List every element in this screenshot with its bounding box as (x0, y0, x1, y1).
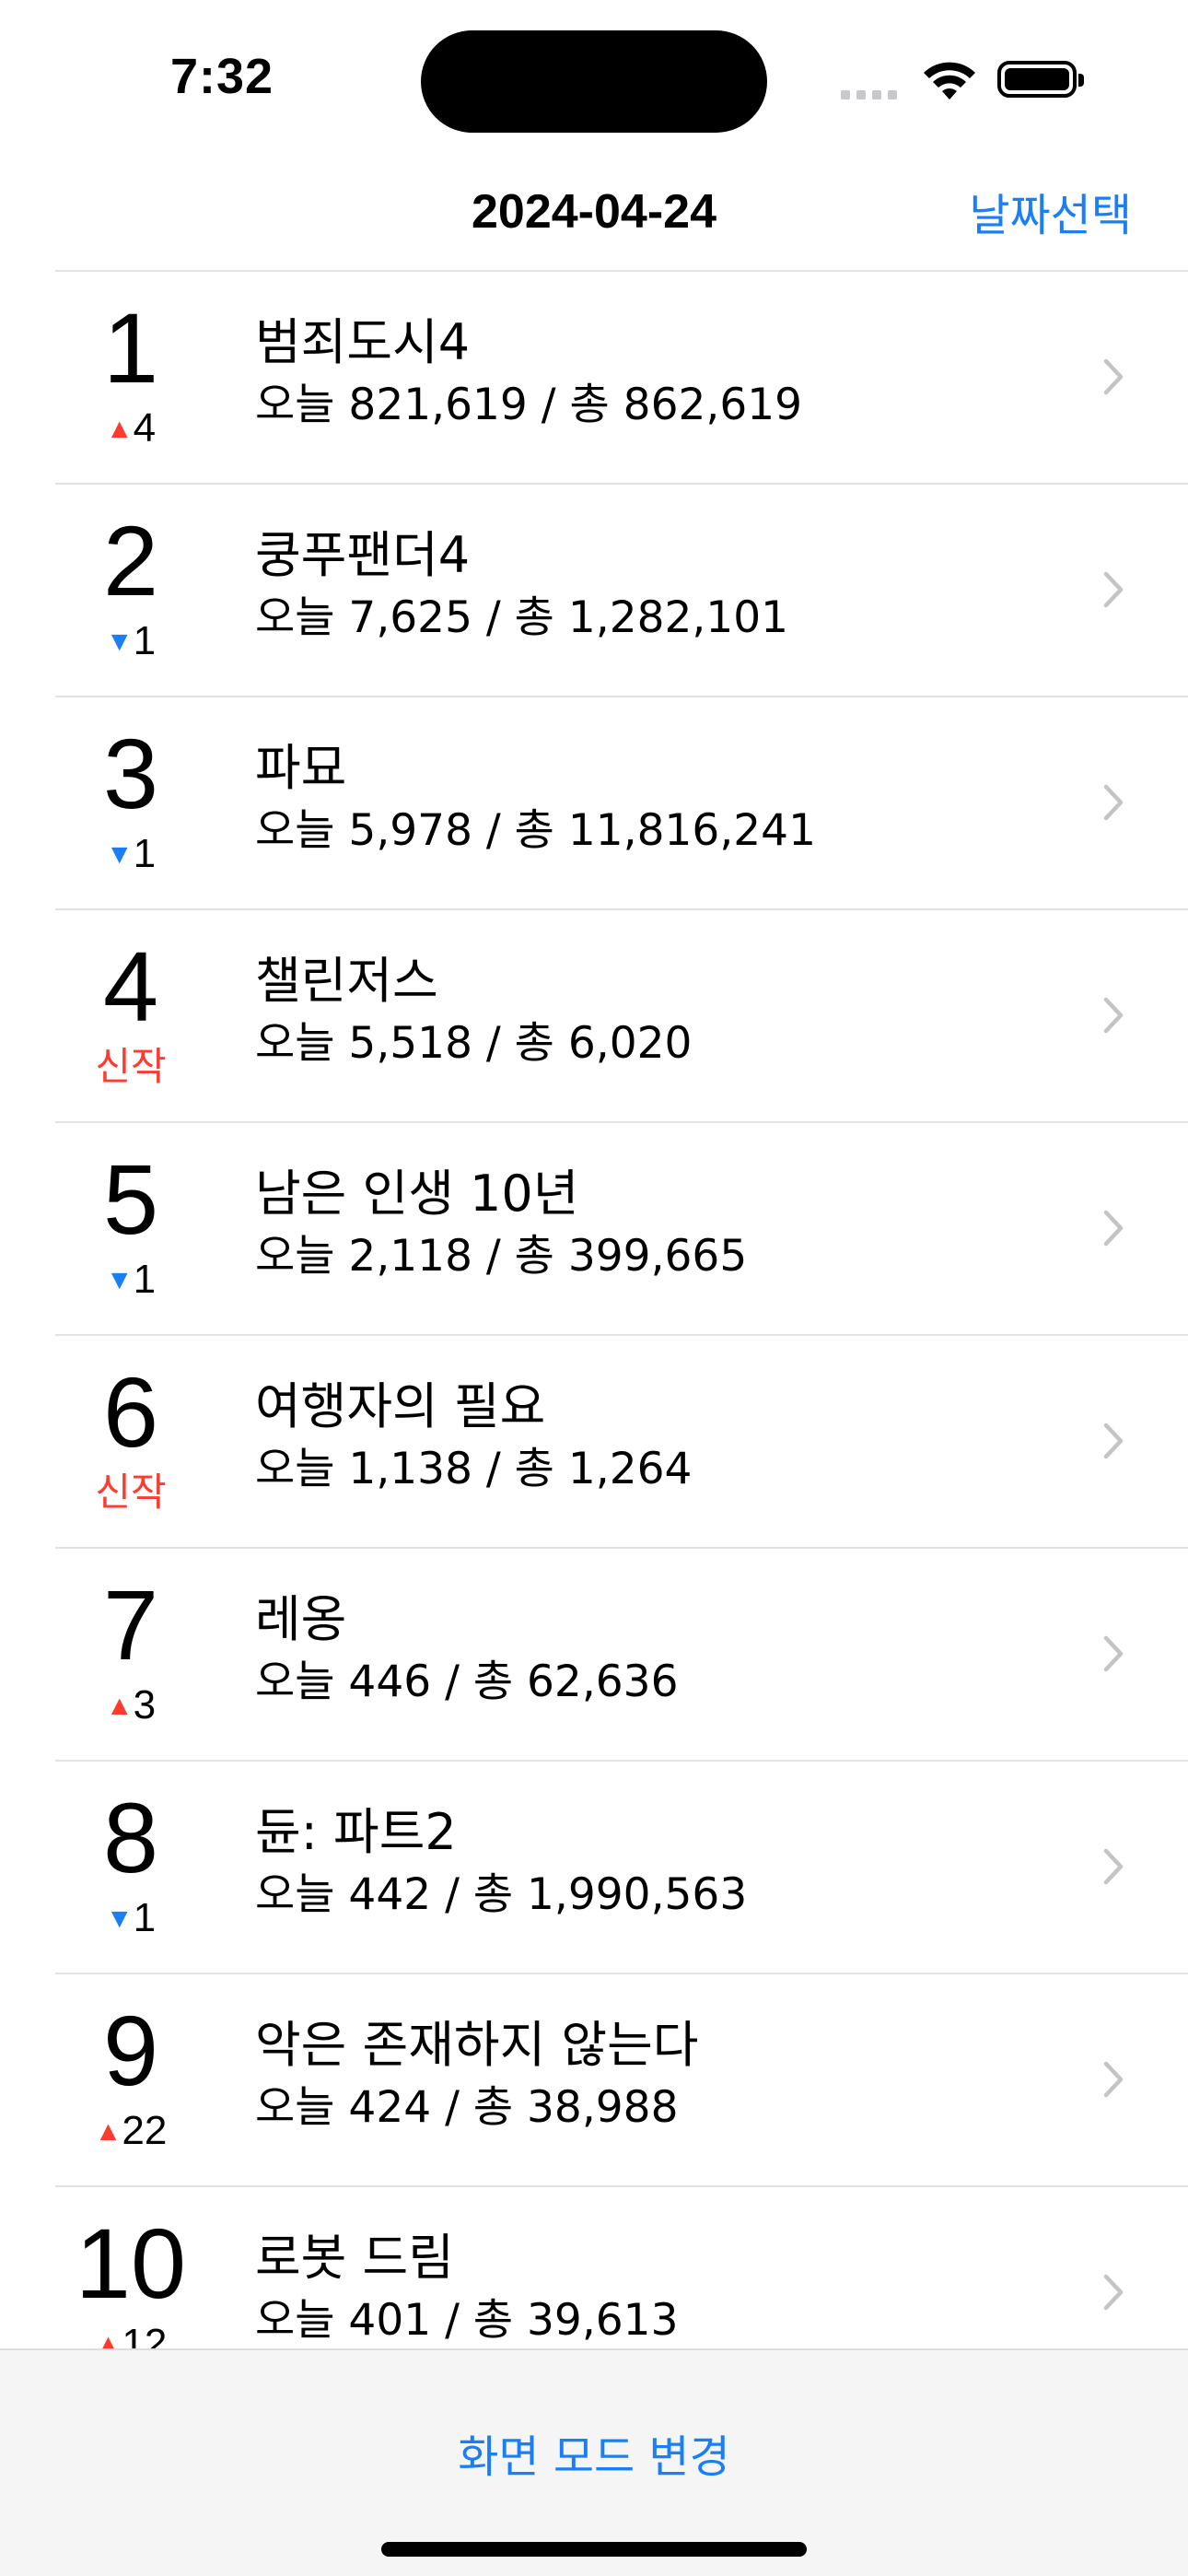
cellular-signal-icon (841, 86, 903, 103)
movie-title: 남은 인생 10년 (255, 1165, 579, 1223)
rank-up-arrow-icon: ▲ (94, 2116, 122, 2147)
audience-stats: 오늘 5,518 / 총 6,020 (255, 1018, 693, 1069)
rank-up-arrow-icon: ▲ (105, 414, 134, 444)
rank-change-value: 1 (133, 831, 157, 876)
rank-number: 7 (102, 1569, 159, 1680)
rank-down-arrow-icon: ▼ (105, 1265, 134, 1295)
chevron-right-icon (1103, 1635, 1124, 1672)
chevron-right-icon (1103, 358, 1124, 395)
display-mode-button[interactable]: 화면 모드 변경 (0, 2420, 1188, 2485)
rank-change-value: 1 (133, 618, 157, 663)
rank-change: 신작 (95, 1469, 167, 1515)
list-item[interactable]: 6 신작 여행자의 필요오늘 1,138 / 총 1,264 (55, 1334, 1188, 1547)
list-item[interactable]: 4 신작 챌린저스오늘 5,518 / 총 6,020 (55, 908, 1188, 1121)
movie-title: 여행자의 필요 (255, 1377, 546, 1435)
chevron-right-icon (1103, 1210, 1124, 1247)
list-item[interactable]: 3 ▼1 파묘 오늘 5,978 / 총 11,816,241 (55, 696, 1188, 908)
rank-change-value: 3 (133, 1682, 157, 1727)
audience-stats: 오늘 442 / 총 1,990,563 (255, 1869, 748, 1920)
home-indicator (381, 2542, 807, 2557)
movie-title: 로봇 드림 (255, 2229, 454, 2287)
status-bar: 7:32 (0, 0, 1188, 147)
chevron-right-icon (1103, 784, 1124, 821)
rank-change-value: 12 (122, 2321, 168, 2349)
audience-stats: 오늘 5,978 / 총 11,816,241 (255, 805, 816, 856)
movie-title: 챌린저스 (255, 952, 438, 1010)
rank-down-arrow-icon: ▼ (105, 1903, 134, 1934)
chevron-right-icon (1103, 2274, 1124, 2311)
rank-number: 5 (102, 1143, 159, 1255)
list-item[interactable]: 8 ▼1 듄: 파트2 오늘 442 / 총 1,990,563 (55, 1760, 1188, 1973)
chevron-right-icon (1103, 997, 1124, 1034)
movie-title: 듄: 파트2 (255, 1803, 457, 1861)
rank-change: ▲12 (55, 2321, 206, 2349)
rank-change: ▼1 (55, 1258, 206, 1306)
chevron-right-icon (1103, 571, 1124, 608)
rank-number: 9 (102, 1995, 159, 2106)
navigation-bar: 2024-04-24 날짜선택 (0, 147, 1188, 270)
rank-change: ▲3 (55, 1683, 206, 1732)
audience-stats: 오늘 1,138 / 총 1,264 (255, 1444, 693, 1494)
rank-number: 1 (102, 292, 159, 404)
rank-down-arrow-icon: ▼ (105, 839, 134, 870)
rank-change: ▼1 (55, 832, 206, 881)
list-item[interactable]: 9 ▲22 악은 존재하지 않는다 오늘 424 / 총 38,988 (55, 1973, 1188, 2185)
rank-change: ▼1 (55, 1896, 206, 1945)
rank-change: ▲4 (55, 406, 206, 455)
audience-stats: 오늘 821,619 / 총 862,619 (255, 380, 803, 430)
date-picker-button[interactable]: 날짜선택 (969, 179, 1132, 243)
wifi-icon (924, 62, 975, 100)
rank-number: 3 (102, 718, 159, 829)
dynamic-island (421, 30, 767, 133)
audience-stats: 오늘 424 / 총 38,988 (255, 2082, 679, 2133)
chevron-right-icon (1103, 1423, 1124, 1459)
rank-number: 2 (102, 505, 159, 616)
bottom-toolbar: 화면 모드 변경 (0, 2348, 1188, 2576)
audience-stats: 오늘 401 / 총 39,613 (255, 2295, 679, 2346)
rank-number: 4 (102, 931, 159, 1042)
battery-icon (997, 61, 1084, 98)
rank-number: 10 (75, 2207, 187, 2319)
movie-title: 범죄도시4 (255, 313, 471, 371)
rank-change: ▲22 (55, 2109, 206, 2158)
list-item[interactable]: 7 ▲3 레옹 오늘 446 / 총 62,636 (55, 1547, 1188, 1760)
screen: 7:32 2024-04-24 날짜선택 1 ▲4 범죄도시4 오늘 821,619 … (0, 0, 1188, 2576)
chevron-right-icon (1103, 2061, 1124, 2098)
list-item[interactable]: 1 ▲4 범죄도시4 오늘 821,619 / 총 862,619 (55, 270, 1188, 483)
rank-change-value: 22 (122, 2108, 168, 2153)
rank-change-value: 1 (133, 1257, 157, 1302)
rank-number: 6 (102, 1356, 159, 1468)
list-item[interactable]: 2 ▼1 쿵푸팬더4 오늘 7,625 / 총 1,282,101 (55, 483, 1188, 696)
list-item[interactable]: 5 ▼1 남은 인생 10년 오늘 2,118 / 총 399,665 (55, 1121, 1188, 1334)
rank-change-value: 1 (133, 1895, 157, 1940)
audience-stats: 오늘 446 / 총 62,636 (255, 1657, 679, 1707)
rank-up-arrow-icon: ▲ (105, 1691, 134, 1721)
movie-title: 악은 존재하지 않는다 (255, 2016, 699, 2074)
rank-change-value: 4 (133, 405, 157, 451)
rank-number: 8 (102, 1782, 159, 1893)
movie-title: 레옹 (255, 1590, 347, 1648)
rank-down-arrow-icon: ▼ (105, 626, 134, 657)
status-time: 7:32 (170, 49, 274, 104)
rank-change: 신작 (95, 1044, 167, 1089)
chevron-right-icon (1103, 1848, 1124, 1885)
rank-up-arrow-icon: ▲ (94, 2329, 122, 2348)
audience-stats: 오늘 7,625 / 총 1,282,101 (255, 592, 789, 643)
box-office-list[interactable]: 1 ▲4 범죄도시4 오늘 821,619 / 총 862,619 2 ▼1 쿵푸팬더4 오늘… (0, 270, 1188, 2348)
audience-stats: 오늘 2,118 / 총 399,665 (255, 1231, 748, 1282)
rank-change: ▼1 (55, 619, 206, 668)
movie-title: 파묘 (255, 739, 347, 797)
movie-title: 쿵푸팬더4 (255, 526, 471, 584)
list-item[interactable]: 10 ▲12 로봇 드림 오늘 401 / 총 39,613 (55, 2185, 1188, 2348)
